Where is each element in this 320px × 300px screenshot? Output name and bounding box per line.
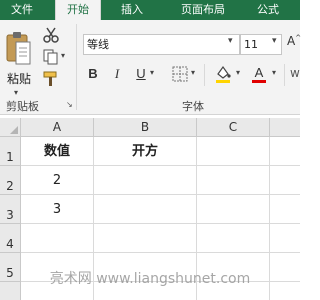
increase-font-size-icon[interactable]: A^ [287,34,301,48]
cell-a4[interactable] [21,224,94,253]
cell-b4[interactable] [94,224,197,253]
paste-label: 粘贴 [6,72,31,86]
format-divider [204,64,205,86]
watermark: 亮术网 www.liangshunet.com [49,271,251,287]
column-header-d[interactable] [270,118,300,137]
paste-dropdown-icon[interactable]: ▾ [14,88,18,97]
font-color-dropdown-icon[interactable]: ▾ [272,68,276,77]
paste-icon [6,32,31,65]
column-header-c[interactable]: C [197,118,270,137]
row-header-2[interactable]: 2 [0,166,21,195]
column-header-b[interactable]: B [94,118,197,137]
tab-home[interactable]: 开始 [55,0,101,21]
cell-b2[interactable] [94,166,197,195]
cell-a3[interactable]: 3 [21,195,94,224]
format-divider [284,64,285,86]
underline-button[interactable]: U [134,64,148,84]
paste-button[interactable]: 粘贴 [2,26,36,88]
row-header-1[interactable]: 1 [0,137,21,166]
worksheet-grid[interactable]: A B C 1 2 3 4 5 数值 开方 2 3 亮术网 www.liangs… [0,118,300,300]
fill-color-icon[interactable] [214,64,232,84]
copy-dropdown-icon[interactable]: ▾ [61,51,65,60]
tab-page-layout[interactable]: 页面布局 [166,0,240,20]
underline-dropdown-icon[interactable]: ▾ [150,68,154,77]
tab-insert[interactable]: 插入 [107,0,157,20]
cell-c2[interactable] [197,166,270,195]
cell-a1[interactable]: 数值 [21,137,94,166]
copy-icon[interactable] [42,48,60,66]
cell-c1[interactable] [197,137,270,166]
select-all-corner[interactable] [0,118,21,137]
font-name-select[interactable]: 等线 [83,34,240,55]
borders-icon[interactable] [172,66,188,82]
row-header-4[interactable]: 4 [0,224,21,253]
italic-button[interactable]: I [110,64,124,84]
column-header-a[interactable]: A [21,118,94,137]
font-size-dropdown-icon[interactable]: ▾ [272,36,277,46]
cell-c4[interactable] [197,224,270,253]
font-color-icon[interactable]: A [250,64,268,84]
cell-d2[interactable] [270,166,300,195]
format-painter-icon[interactable] [42,70,60,88]
select-all-icon [10,126,18,134]
clipboard-group-label: 剪贴板 [6,100,39,113]
font-name-dropdown-icon[interactable]: ▾ [228,36,233,46]
cell-b3[interactable] [94,195,197,224]
cell-d1[interactable] [270,137,300,166]
cell-d4[interactable] [270,224,300,253]
group-divider [76,24,77,110]
phonetic-guide-icon[interactable]: w [290,66,300,80]
tab-formulas[interactable]: 公式 [243,0,293,20]
cell-c3[interactable] [197,195,270,224]
cell-a2[interactable]: 2 [21,166,94,195]
svg-text:A: A [255,65,264,80]
font-group-label: 字体 [182,100,204,113]
borders-dropdown-icon[interactable]: ▾ [191,68,195,77]
bold-button[interactable]: B [86,64,100,84]
fill-color-dropdown-icon[interactable]: ▾ [236,68,240,77]
ribbon-home: 粘贴 ▾ ▾ 剪贴板 ↘ 等线 ▾ 11 ▾ A^ B I U ▾ ▾ ▾ A [0,20,301,115]
cell-b1[interactable]: 开方 [94,137,197,166]
cell-d3[interactable] [270,195,300,224]
cut-icon[interactable] [42,26,60,44]
clipboard-launcher-icon[interactable]: ↘ [66,100,73,109]
row-header-3[interactable]: 3 [0,195,21,224]
tab-file[interactable]: 文件 [0,0,44,20]
ribbon-tab-bar: 文件 开始 插入 页面布局 公式 [0,0,300,21]
